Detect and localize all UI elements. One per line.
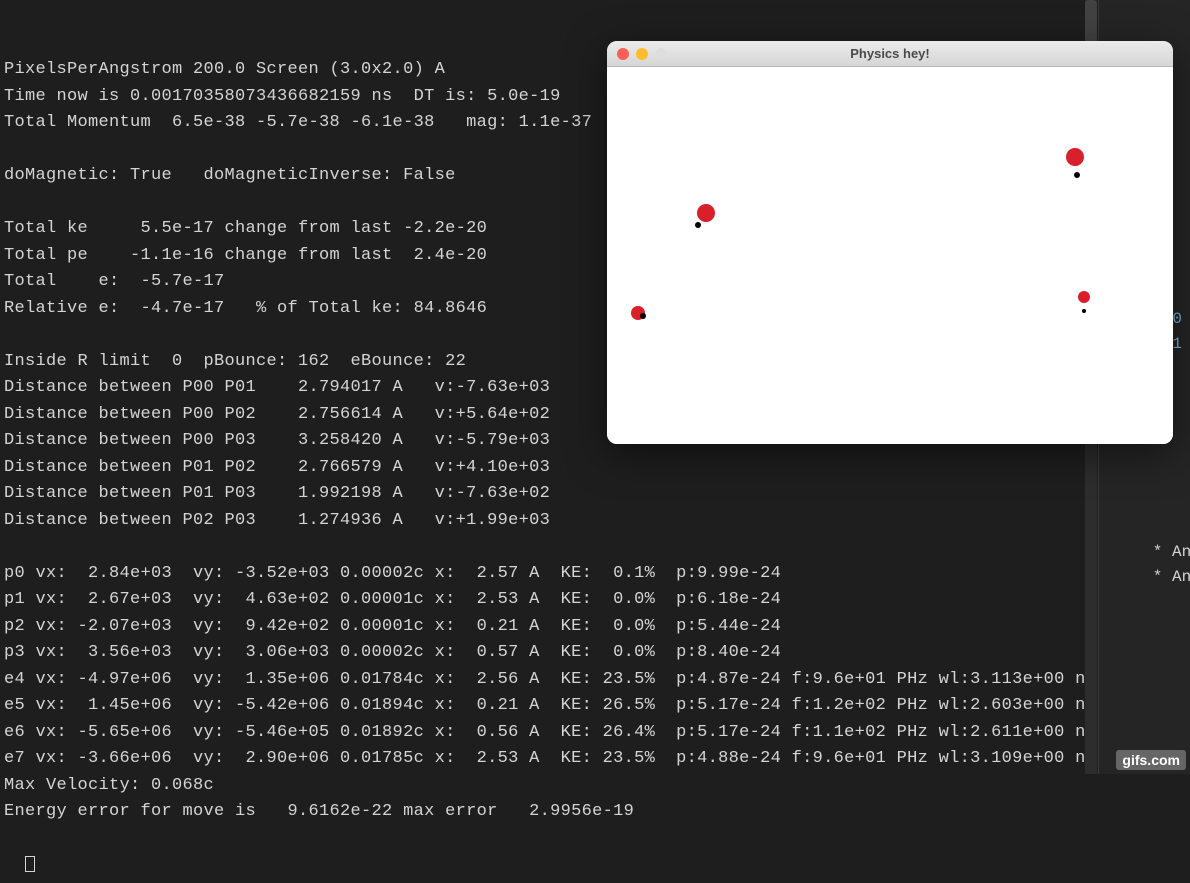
particle [695, 222, 701, 228]
right-panel-num-1: 1 [1172, 335, 1182, 353]
terminal-line: e7 vx: -3.66e+06 vy: 2.90e+06 0.01785c x… [4, 746, 1186, 773]
terminal-line: p1 vx: 2.67e+03 vy: 4.63e+02 0.00001c x:… [4, 587, 1186, 614]
terminal-line: p0 vx: 2.84e+03 vy: -3.52e+03 0.00002c x… [4, 561, 1186, 588]
cursor [25, 856, 35, 872]
terminal-line: Distance between P01 P03 1.992198 A v:-7… [4, 481, 1186, 508]
particle [1082, 309, 1086, 313]
right-panel-text-1: * Angst [1153, 543, 1190, 561]
right-panel-text-2: * Angst [1153, 568, 1190, 586]
window-titlebar[interactable]: Physics hey! [607, 41, 1173, 67]
terminal-line: e5 vx: 1.45e+06 vy: -5.42e+06 0.01894c x… [4, 693, 1186, 720]
particle [1078, 291, 1090, 303]
terminal-line: Distance between P01 P02 2.766579 A v:+4… [4, 455, 1186, 482]
terminal-line: Max Velocity: 0.068c [4, 773, 1186, 800]
simulation-canvas [607, 67, 1173, 444]
right-panel-num-0: 0 [1172, 310, 1182, 328]
terminal-line: p3 vx: 3.56e+03 vy: 3.06e+03 0.00002c x:… [4, 640, 1186, 667]
particle [697, 204, 715, 222]
terminal-line: e4 vx: -4.97e+06 vy: 1.35e+06 0.01784c x… [4, 667, 1186, 694]
window-title: Physics hey! [607, 46, 1173, 61]
particle [1066, 148, 1084, 166]
terminal-line: p2 vx: -2.07e+03 vy: 9.42e+02 0.00001c x… [4, 614, 1186, 641]
terminal-line [4, 534, 1186, 561]
watermark: gifs.com [1116, 750, 1186, 770]
terminal-line: e6 vx: -5.65e+06 vy: -5.46e+05 0.01892c … [4, 720, 1186, 747]
terminal-line: Energy error for move is 9.6162e-22 max … [4, 799, 1186, 826]
particle [1074, 172, 1080, 178]
terminal-line: Distance between P02 P03 1.274936 A v:+1… [4, 508, 1186, 535]
simulation-window[interactable]: Physics hey! [607, 41, 1173, 444]
particle [640, 313, 646, 319]
